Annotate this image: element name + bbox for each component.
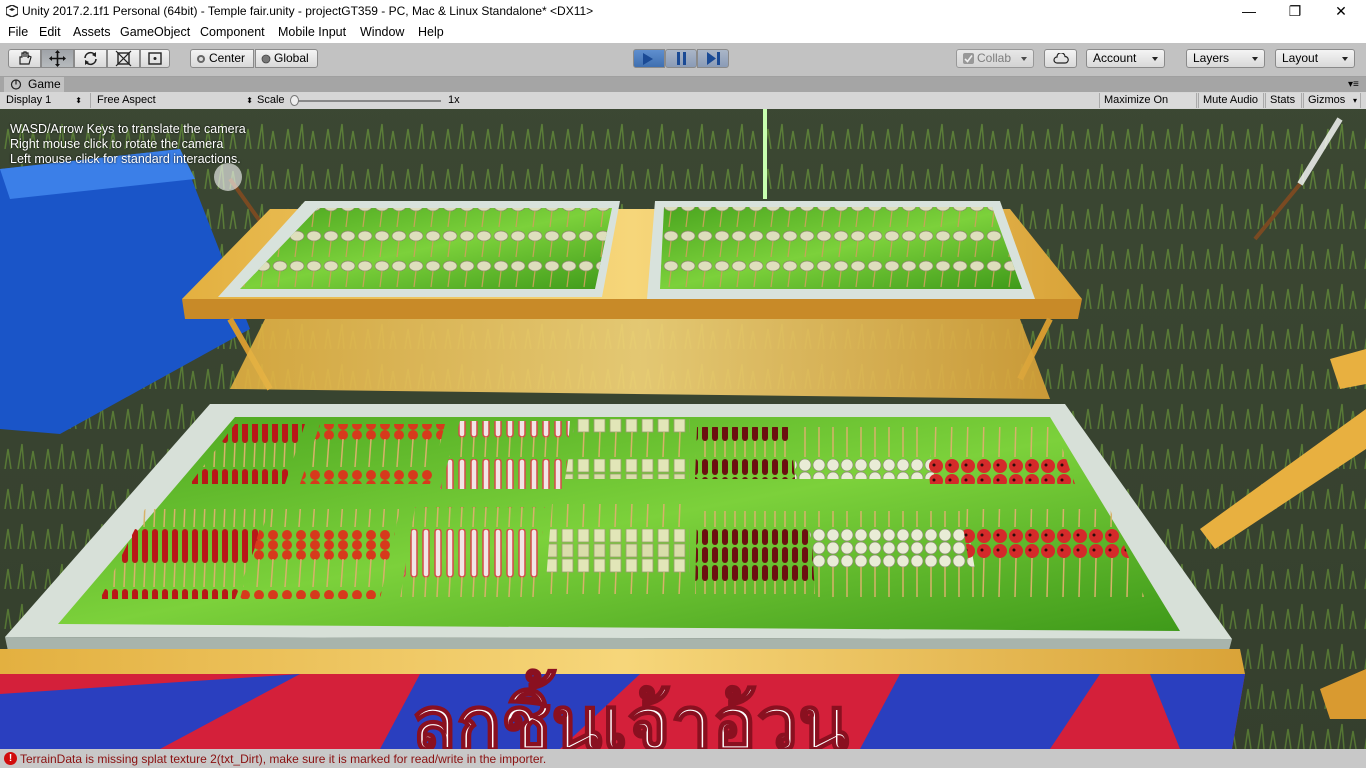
error-icon: !	[4, 752, 17, 765]
scale-tool-button[interactable]	[107, 49, 140, 68]
menu-help[interactable]: Help	[418, 25, 444, 39]
scale-icon	[115, 50, 132, 67]
close-button[interactable]: ✕	[1318, 0, 1364, 23]
hud-line: WASD/Arrow Keys to translate the camera	[10, 122, 246, 136]
chevron-up-down-icon: ⬍	[75, 96, 82, 105]
pivot-rotation-button[interactable]: Global	[255, 49, 318, 68]
gizmos-label: Gizmos	[1308, 94, 1346, 106]
pause-button[interactable]	[665, 49, 697, 68]
layers-label: Layers	[1193, 51, 1230, 65]
play-icon	[643, 53, 653, 65]
tab-menu-icon[interactable]: ▾≡	[1348, 79, 1359, 90]
status-message[interactable]: TerrainData is missing splat texture 2(t…	[20, 752, 546, 766]
title-bar: Unity 2017.2.1f1 Personal (64bit) - Temp…	[0, 0, 1366, 23]
cloud-button[interactable]	[1044, 49, 1077, 68]
unity-logo-icon	[6, 5, 18, 17]
game-controller-icon	[10, 79, 22, 90]
menu-assets[interactable]: Assets	[73, 25, 111, 39]
account-dropdown[interactable]: Account	[1086, 49, 1165, 68]
menu-edit[interactable]: Edit	[39, 25, 61, 39]
move-icon	[49, 50, 66, 67]
menu-mobile-input[interactable]: Mobile Input	[278, 25, 346, 39]
step-button[interactable]	[697, 49, 729, 68]
hand-icon	[19, 51, 32, 65]
chevron-down-icon	[1342, 57, 1348, 61]
tab-game[interactable]: Game	[4, 77, 64, 92]
banner-text: ลูกชิ้นเจ้าอ้วน	[411, 669, 849, 749]
scale-value: 1x	[448, 94, 460, 106]
pivot-mode-button[interactable]: Center	[190, 49, 254, 68]
menu-gameobject[interactable]: GameObject	[120, 25, 190, 39]
layout-dropdown[interactable]: Layout	[1275, 49, 1355, 68]
play-button[interactable]	[633, 49, 665, 68]
pause-icon	[677, 52, 686, 65]
rect-tool-button[interactable]	[140, 49, 170, 68]
game-scene: ลูกชิ้นเจ้าอ้วน	[0, 109, 1366, 749]
chevron-up-down-icon: ⬍	[246, 96, 253, 105]
window-title: Unity 2017.2.1f1 Personal (64bit) - Temp…	[22, 4, 594, 18]
menu-bar: File Edit Assets GameObject Component Mo…	[0, 23, 1366, 43]
rotate-tool-button[interactable]	[74, 49, 107, 68]
menu-file[interactable]: File	[8, 25, 28, 39]
aspect-label: Free Aspect	[97, 94, 156, 106]
aspect-dropdown[interactable]: Free Aspect ⬍	[90, 93, 257, 108]
game-view-toolbar: Display 1 ⬍ Free Aspect ⬍ Scale 1x Maxim…	[0, 92, 1366, 121]
maximize-on-play-toggle[interactable]: Maximize On Play	[1099, 93, 1197, 121]
chevron-down-icon	[1021, 57, 1027, 61]
scale-slider-thumb[interactable]	[290, 95, 299, 106]
hud-line: Left mouse click for standard interactio…	[10, 152, 241, 166]
game-view[interactable]: ลูกชิ้นเจ้าอ้วน WASD/Arrow Keys to trans…	[0, 109, 1366, 749]
tab-strip	[0, 77, 1366, 92]
scale-label: Scale	[257, 94, 285, 106]
pivot-rotation-label: Global	[274, 51, 309, 65]
display-dropdown[interactable]: Display 1 ⬍	[6, 93, 86, 108]
chevron-down-icon	[1252, 57, 1258, 61]
layout-label: Layout	[1282, 51, 1319, 65]
collab-button[interactable]: Collab	[956, 49, 1034, 68]
scale-slider-track[interactable]	[293, 100, 441, 102]
account-label: Account	[1093, 51, 1137, 65]
hud-instructions: WASD/Arrow Keys to translate the camera …	[10, 122, 246, 167]
toolbar: Center Global Collab Account Layers Layo…	[0, 43, 1366, 77]
display-label: Display 1	[6, 94, 52, 106]
menu-component[interactable]: Component	[200, 25, 265, 39]
pivot-mode-label: Center	[209, 51, 246, 65]
step-icon	[707, 52, 720, 65]
chevron-down-icon: ▾	[1352, 96, 1357, 105]
status-bar[interactable]: ! TerrainData is missing splat texture 2…	[0, 749, 1366, 768]
collab-label: Collab	[977, 51, 1012, 65]
mute-audio-toggle[interactable]: Mute Audio	[1198, 93, 1264, 108]
maximize-button[interactable]: ❐	[1272, 0, 1318, 23]
chevron-down-icon	[1152, 57, 1158, 61]
cloud-icon	[1053, 53, 1069, 64]
hand-tool-button[interactable]	[8, 49, 41, 68]
hud-line: Right mouse click to rotate the camera	[10, 137, 224, 151]
gizmos-dropdown[interactable]: Gizmos ▾	[1303, 93, 1361, 108]
tab-game-label: Game	[28, 77, 61, 91]
layers-dropdown[interactable]: Layers	[1186, 49, 1265, 68]
minimize-button[interactable]: —	[1226, 0, 1272, 23]
menu-window[interactable]: Window	[360, 25, 404, 39]
stats-toggle[interactable]: Stats	[1265, 93, 1302, 108]
rotate-icon	[84, 51, 97, 66]
rect-transform-icon	[148, 52, 162, 65]
move-tool-button[interactable]	[41, 49, 74, 68]
